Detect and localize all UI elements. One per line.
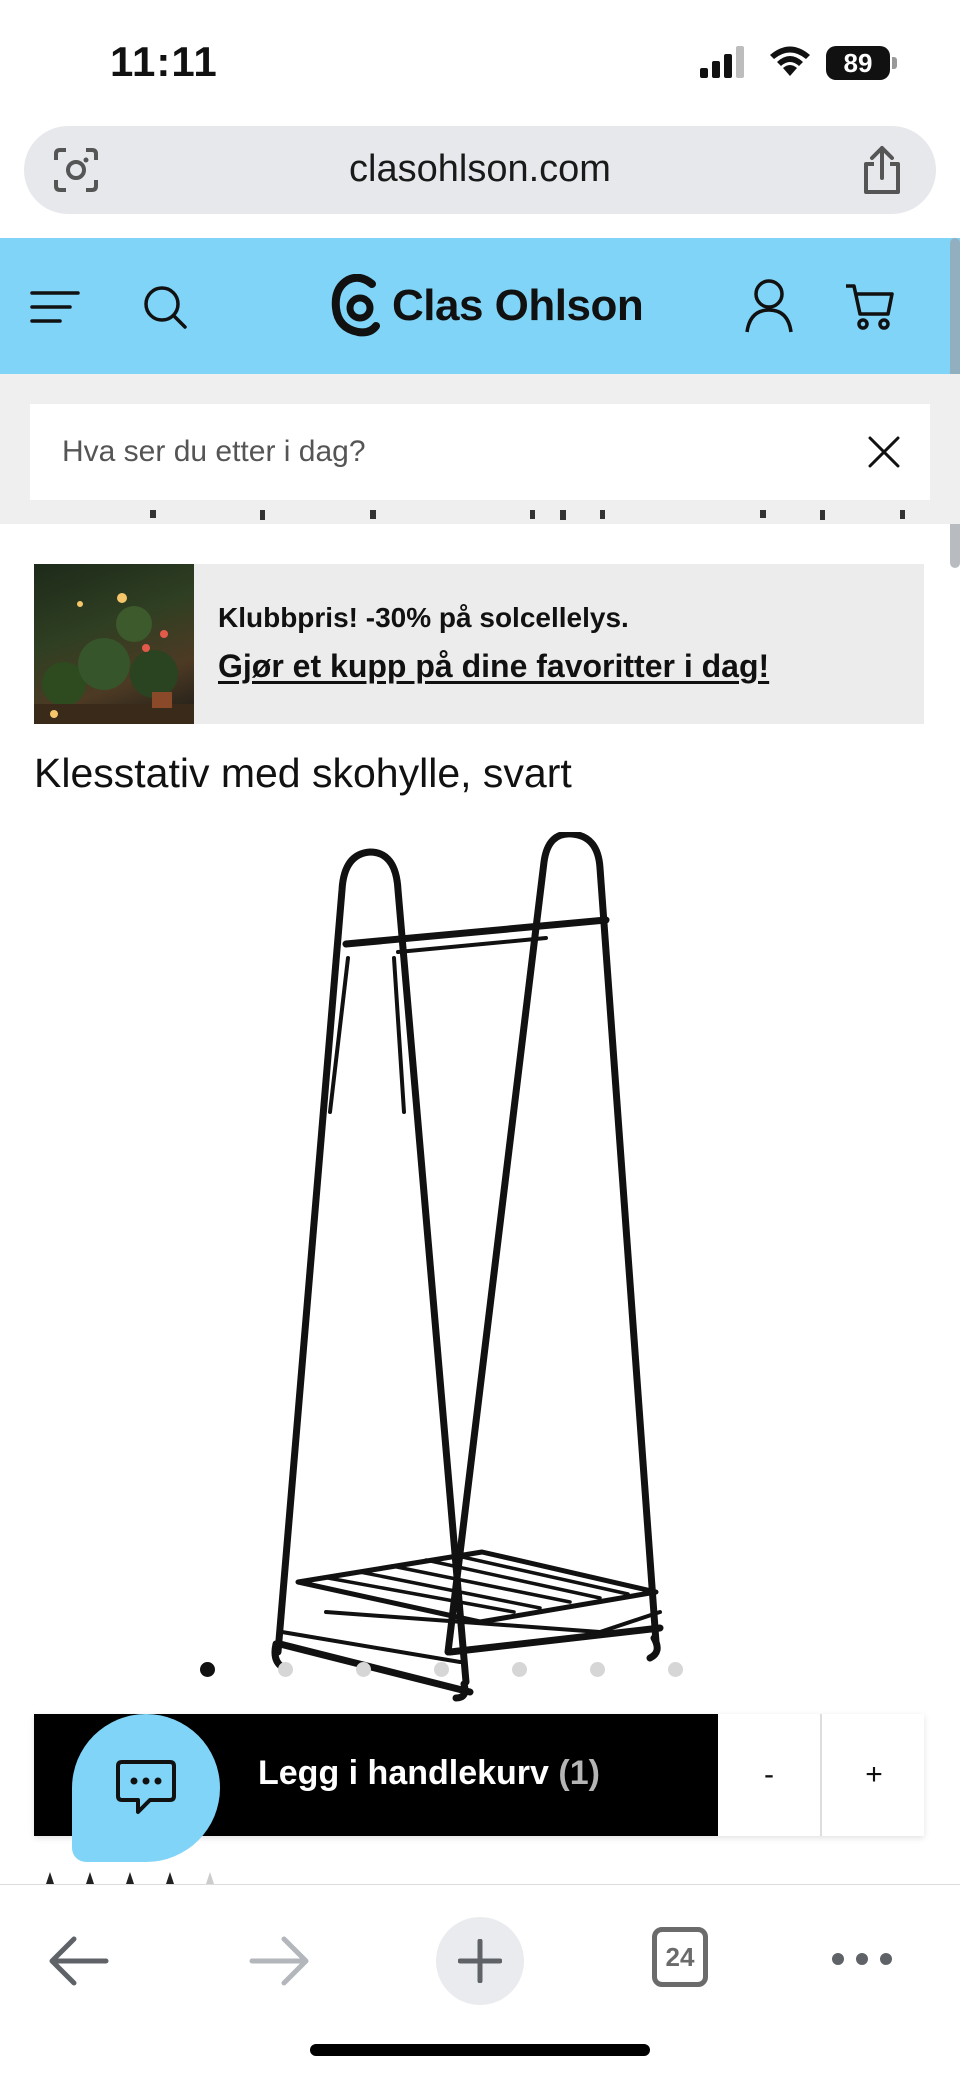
status-bar: 11:11 89 xyxy=(0,0,960,120)
battery-indicator: 89 xyxy=(826,46,897,80)
carousel-dot[interactable] xyxy=(200,1662,215,1677)
logo-mark-icon xyxy=(331,274,380,337)
search-area xyxy=(0,374,960,524)
quantity-increase-button[interactable]: + xyxy=(824,1714,924,1836)
share-icon[interactable] xyxy=(858,144,906,196)
quantity-decrease-button[interactable]: - xyxy=(718,1714,822,1836)
add-to-cart-text: Legg i handlekurv xyxy=(258,1754,549,1792)
site-header: Clas Ohlson xyxy=(0,238,960,374)
plus-icon xyxy=(458,1939,502,1983)
new-tab-button[interactable] xyxy=(436,1917,524,2005)
chat-button[interactable] xyxy=(72,1714,220,1862)
address-bar[interactable]: clasohlson.com xyxy=(24,126,936,214)
battery-tip xyxy=(892,57,897,69)
product-title: Klesstativ med skohylle, svart xyxy=(34,750,572,796)
wifi-icon xyxy=(770,46,810,76)
product-image[interactable] xyxy=(270,832,670,1702)
user-icon[interactable] xyxy=(744,278,794,334)
forward-arrow-icon[interactable] xyxy=(248,1933,312,1989)
carousel-dot[interactable] xyxy=(512,1662,527,1677)
search-input[interactable] xyxy=(62,404,842,500)
tab-switcher-button[interactable]: 24 xyxy=(652,1927,708,1987)
usp-ticker-peek xyxy=(150,510,905,520)
hamburger-icon[interactable] xyxy=(30,290,80,324)
carousel-dot[interactable] xyxy=(356,1662,371,1677)
search-icon[interactable] xyxy=(142,284,188,330)
home-indicator[interactable] xyxy=(310,2044,650,2056)
carousel-dot[interactable] xyxy=(590,1662,605,1677)
chat-icon xyxy=(116,1760,176,1814)
cart-icon[interactable] xyxy=(844,280,896,332)
carousel-dot[interactable] xyxy=(434,1662,449,1677)
url-text[interactable]: clasohlson.com xyxy=(24,148,936,191)
battery-level: 89 xyxy=(826,46,890,80)
close-icon[interactable] xyxy=(866,434,902,470)
brand-logo[interactable]: Clas Ohlson xyxy=(330,274,644,338)
search-box xyxy=(30,404,930,500)
status-time: 11:11 xyxy=(110,38,218,85)
image-carousel-dots[interactable] xyxy=(200,1662,683,1678)
more-icon[interactable] xyxy=(830,1947,894,1971)
back-arrow-icon[interactable] xyxy=(46,1933,110,1989)
promo-image xyxy=(34,564,194,724)
promo-banner[interactable]: Klubbpris! -30% på solcellelys. Gjør et … xyxy=(34,564,924,724)
promo-title: Klubbpris! -30% på solcellelys. xyxy=(218,602,629,633)
carousel-dot[interactable] xyxy=(278,1662,293,1677)
promo-link[interactable]: Gjør et kupp på dine favoritter i dag! xyxy=(218,648,769,685)
cart-quantity: (1) xyxy=(558,1754,600,1792)
add-to-cart-label: Legg i handlekurv (1) xyxy=(258,1754,600,1793)
signal-icon xyxy=(700,46,744,78)
brand-name: Clas Ohlson xyxy=(392,281,644,330)
carousel-dot[interactable] xyxy=(668,1662,683,1677)
